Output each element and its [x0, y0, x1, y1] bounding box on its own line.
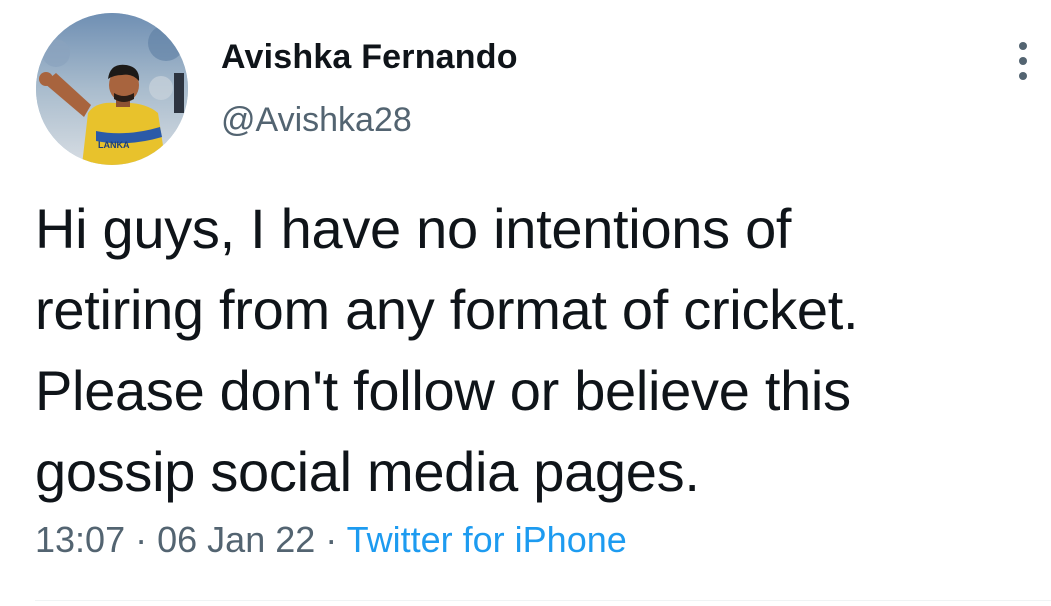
divider	[35, 600, 1051, 601]
tweet-meta: 13:07 · 06 Jan 22 · Twitter for iPhone	[35, 519, 627, 561]
svg-text:LANKA: LANKA	[98, 140, 130, 150]
more-vertical-icon-dot	[1019, 57, 1027, 65]
more-options-button[interactable]	[1004, 36, 1044, 86]
more-vertical-icon-dot	[1019, 72, 1027, 80]
avatar-photo: LANKA	[36, 13, 188, 165]
meta-separator: ·	[135, 519, 148, 560]
tweet-date[interactable]: 06 Jan 22	[157, 519, 315, 560]
tweet-text: Hi guys, I have no intentions of retirin…	[35, 197, 859, 503]
tweet-source-link[interactable]: Twitter for iPhone	[347, 519, 627, 560]
meta-separator: ·	[325, 519, 338, 560]
more-vertical-icon	[1019, 42, 1027, 50]
tweet-time[interactable]: 13:07	[35, 519, 125, 560]
avatar[interactable]: LANKA	[36, 13, 188, 165]
author-handle[interactable]: @Avishka28	[221, 101, 412, 140]
author-display-name[interactable]: Avishka Fernando	[221, 38, 518, 77]
